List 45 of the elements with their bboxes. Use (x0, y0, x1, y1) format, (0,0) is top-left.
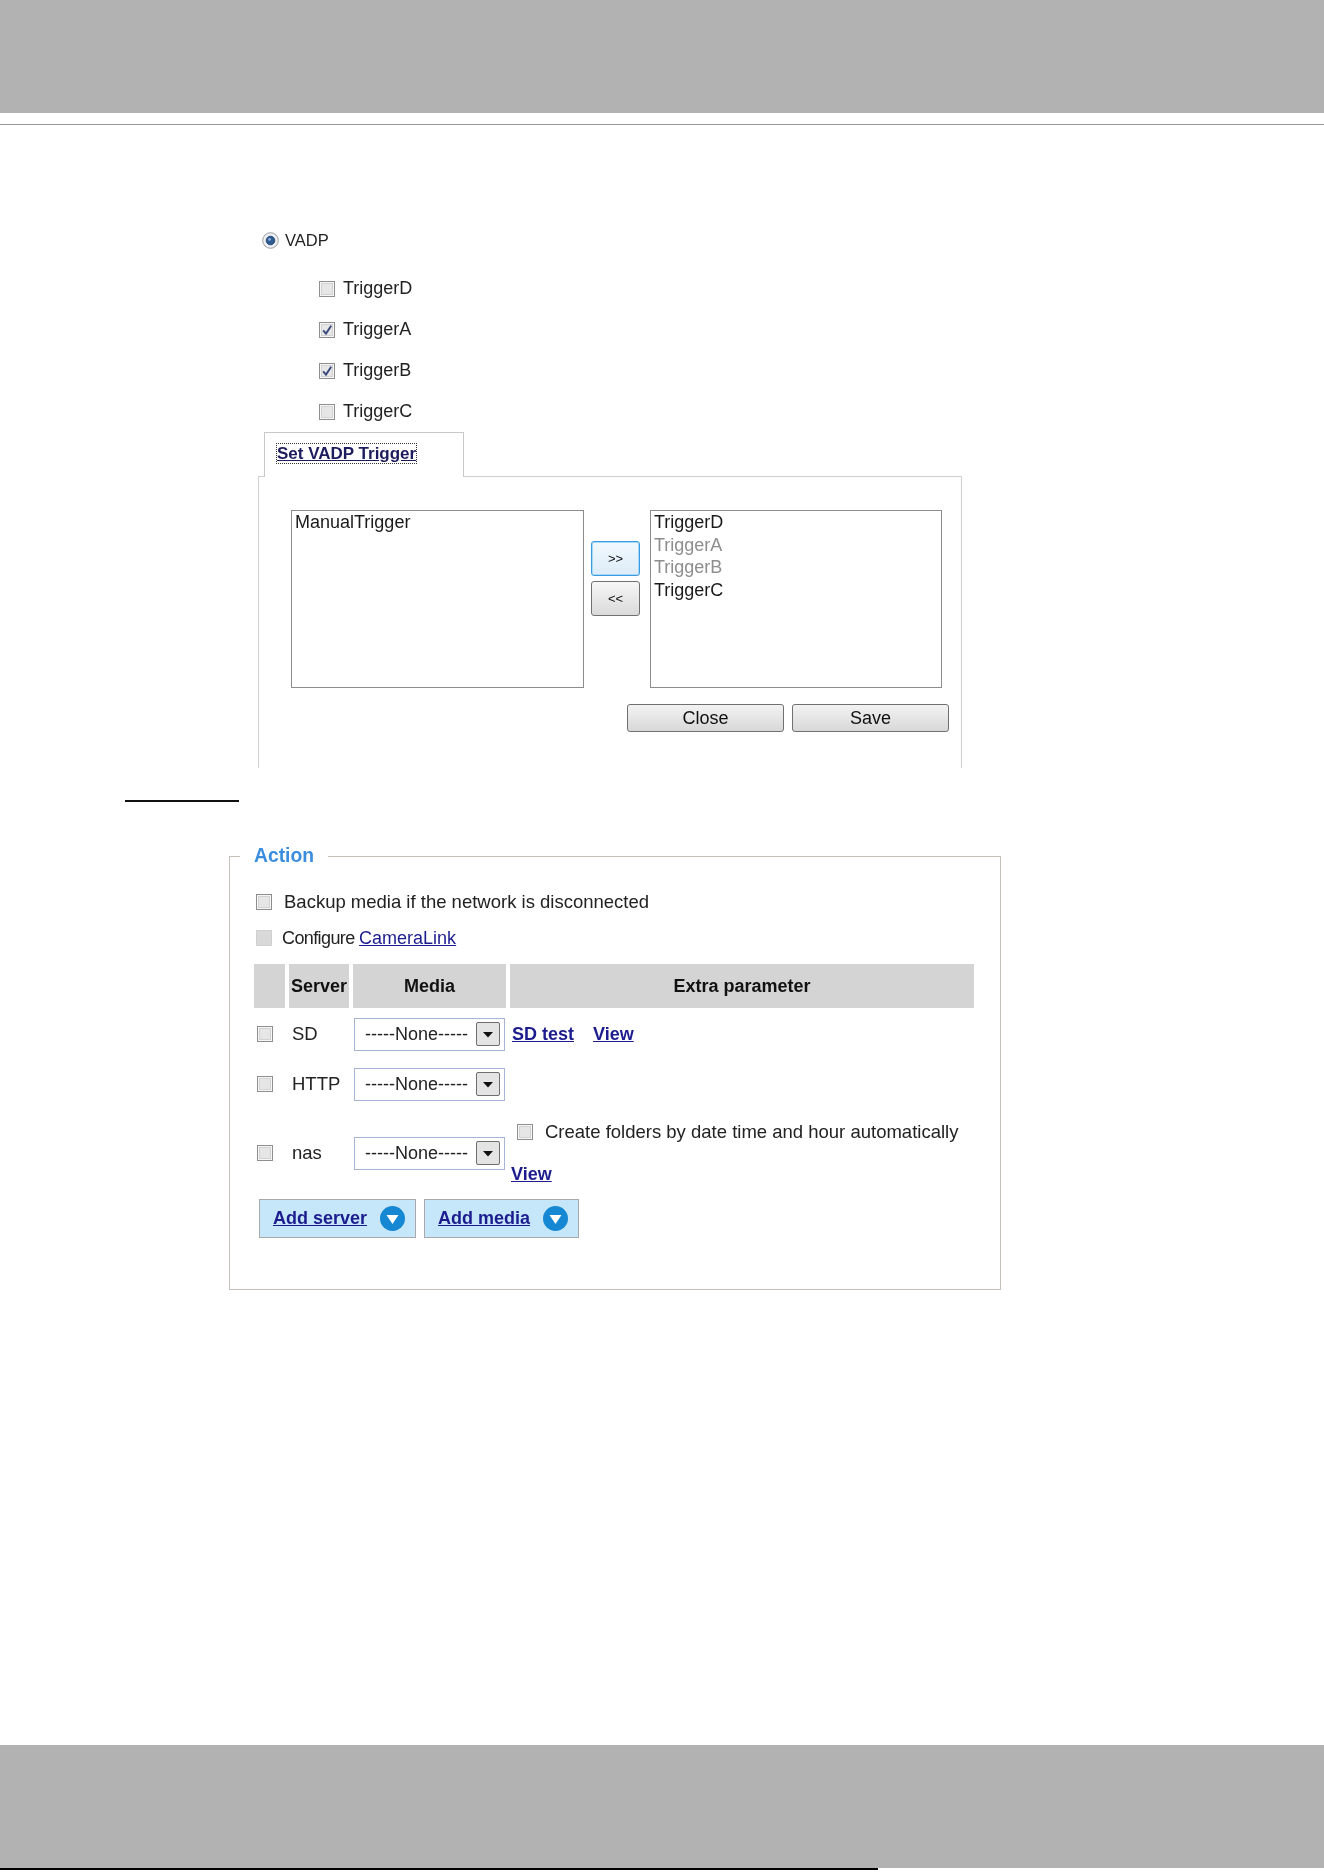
group-legend: Action (240, 845, 328, 867)
checkbox-label: Configure CameraLink (282, 927, 457, 949)
checkbox-label: TriggerD (343, 278, 413, 299)
move-button[interactable]: << (591, 581, 640, 616)
media-select[interactable]: -----None----- (354, 1067, 505, 1101)
radio-button[interactable] (262, 231, 279, 249)
move-button[interactable]: >> (591, 541, 640, 576)
checkbox-label: TriggerB (343, 360, 412, 381)
list-item[interactable]: ManualTrigger (295, 511, 580, 534)
add-button[interactable]: Add media (424, 1199, 580, 1238)
radio-label: VADP (285, 230, 329, 250)
checkbox[interactable] (319, 280, 335, 297)
checkbox[interactable] (257, 1145, 273, 1161)
blank-column-header (254, 964, 285, 1008)
checkbox[interactable] (256, 894, 272, 910)
link[interactable]: View (593, 1023, 634, 1045)
checkbox-label: Create folders by date time and hour automatically (545, 1121, 959, 1143)
server-name: SD (291, 1023, 319, 1045)
column-header: Media (353, 964, 506, 1008)
checkbox[interactable] (517, 1124, 533, 1140)
checkbox[interactable] (319, 321, 335, 338)
dialog-button[interactable]: Save (792, 704, 949, 732)
dialog-button[interactable]: Close (627, 704, 784, 732)
list-item[interactable]: TriggerC (654, 578, 938, 601)
checkbox-label: TriggerA (343, 319, 412, 340)
source-listbox[interactable]: ManualTrigger (291, 510, 584, 688)
server-name: HTTP (291, 1073, 342, 1095)
column-header: Extra parameter (510, 964, 974, 1008)
link[interactable]: SD test (512, 1023, 574, 1045)
tab[interactable]: Set VADP Trigger (264, 432, 464, 477)
down-arrow-circle-icon (380, 1206, 406, 1231)
add-button[interactable]: Add server (259, 1199, 417, 1238)
checkbox-label: TriggerC (343, 401, 413, 422)
column-header: Server (289, 964, 349, 1008)
checkbox[interactable] (319, 362, 335, 379)
media-select[interactable]: -----None----- (354, 1136, 505, 1170)
checkbox-label: Backup media if the network is disconnected (284, 891, 650, 913)
checkbox[interactable] (257, 1026, 273, 1042)
checkbox[interactable] (319, 403, 335, 420)
link[interactable]: View (511, 1164, 552, 1185)
media-select[interactable]: -----None----- (354, 1017, 505, 1051)
list-item[interactable]: TriggerD (654, 511, 938, 534)
down-arrow-circle-icon (543, 1206, 569, 1231)
checkbox[interactable] (257, 1076, 273, 1092)
server-name: nas (291, 1142, 323, 1164)
